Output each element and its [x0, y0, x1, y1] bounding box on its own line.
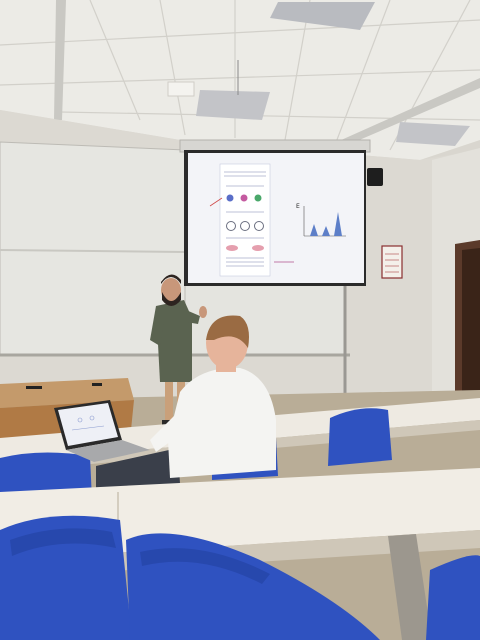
projector-screen: E	[179, 139, 371, 286]
lecture-room-photo: E	[0, 0, 480, 640]
wall-sign	[381, 245, 403, 279]
wall-speaker	[367, 168, 383, 186]
slide-panel-label: E	[296, 203, 300, 210]
